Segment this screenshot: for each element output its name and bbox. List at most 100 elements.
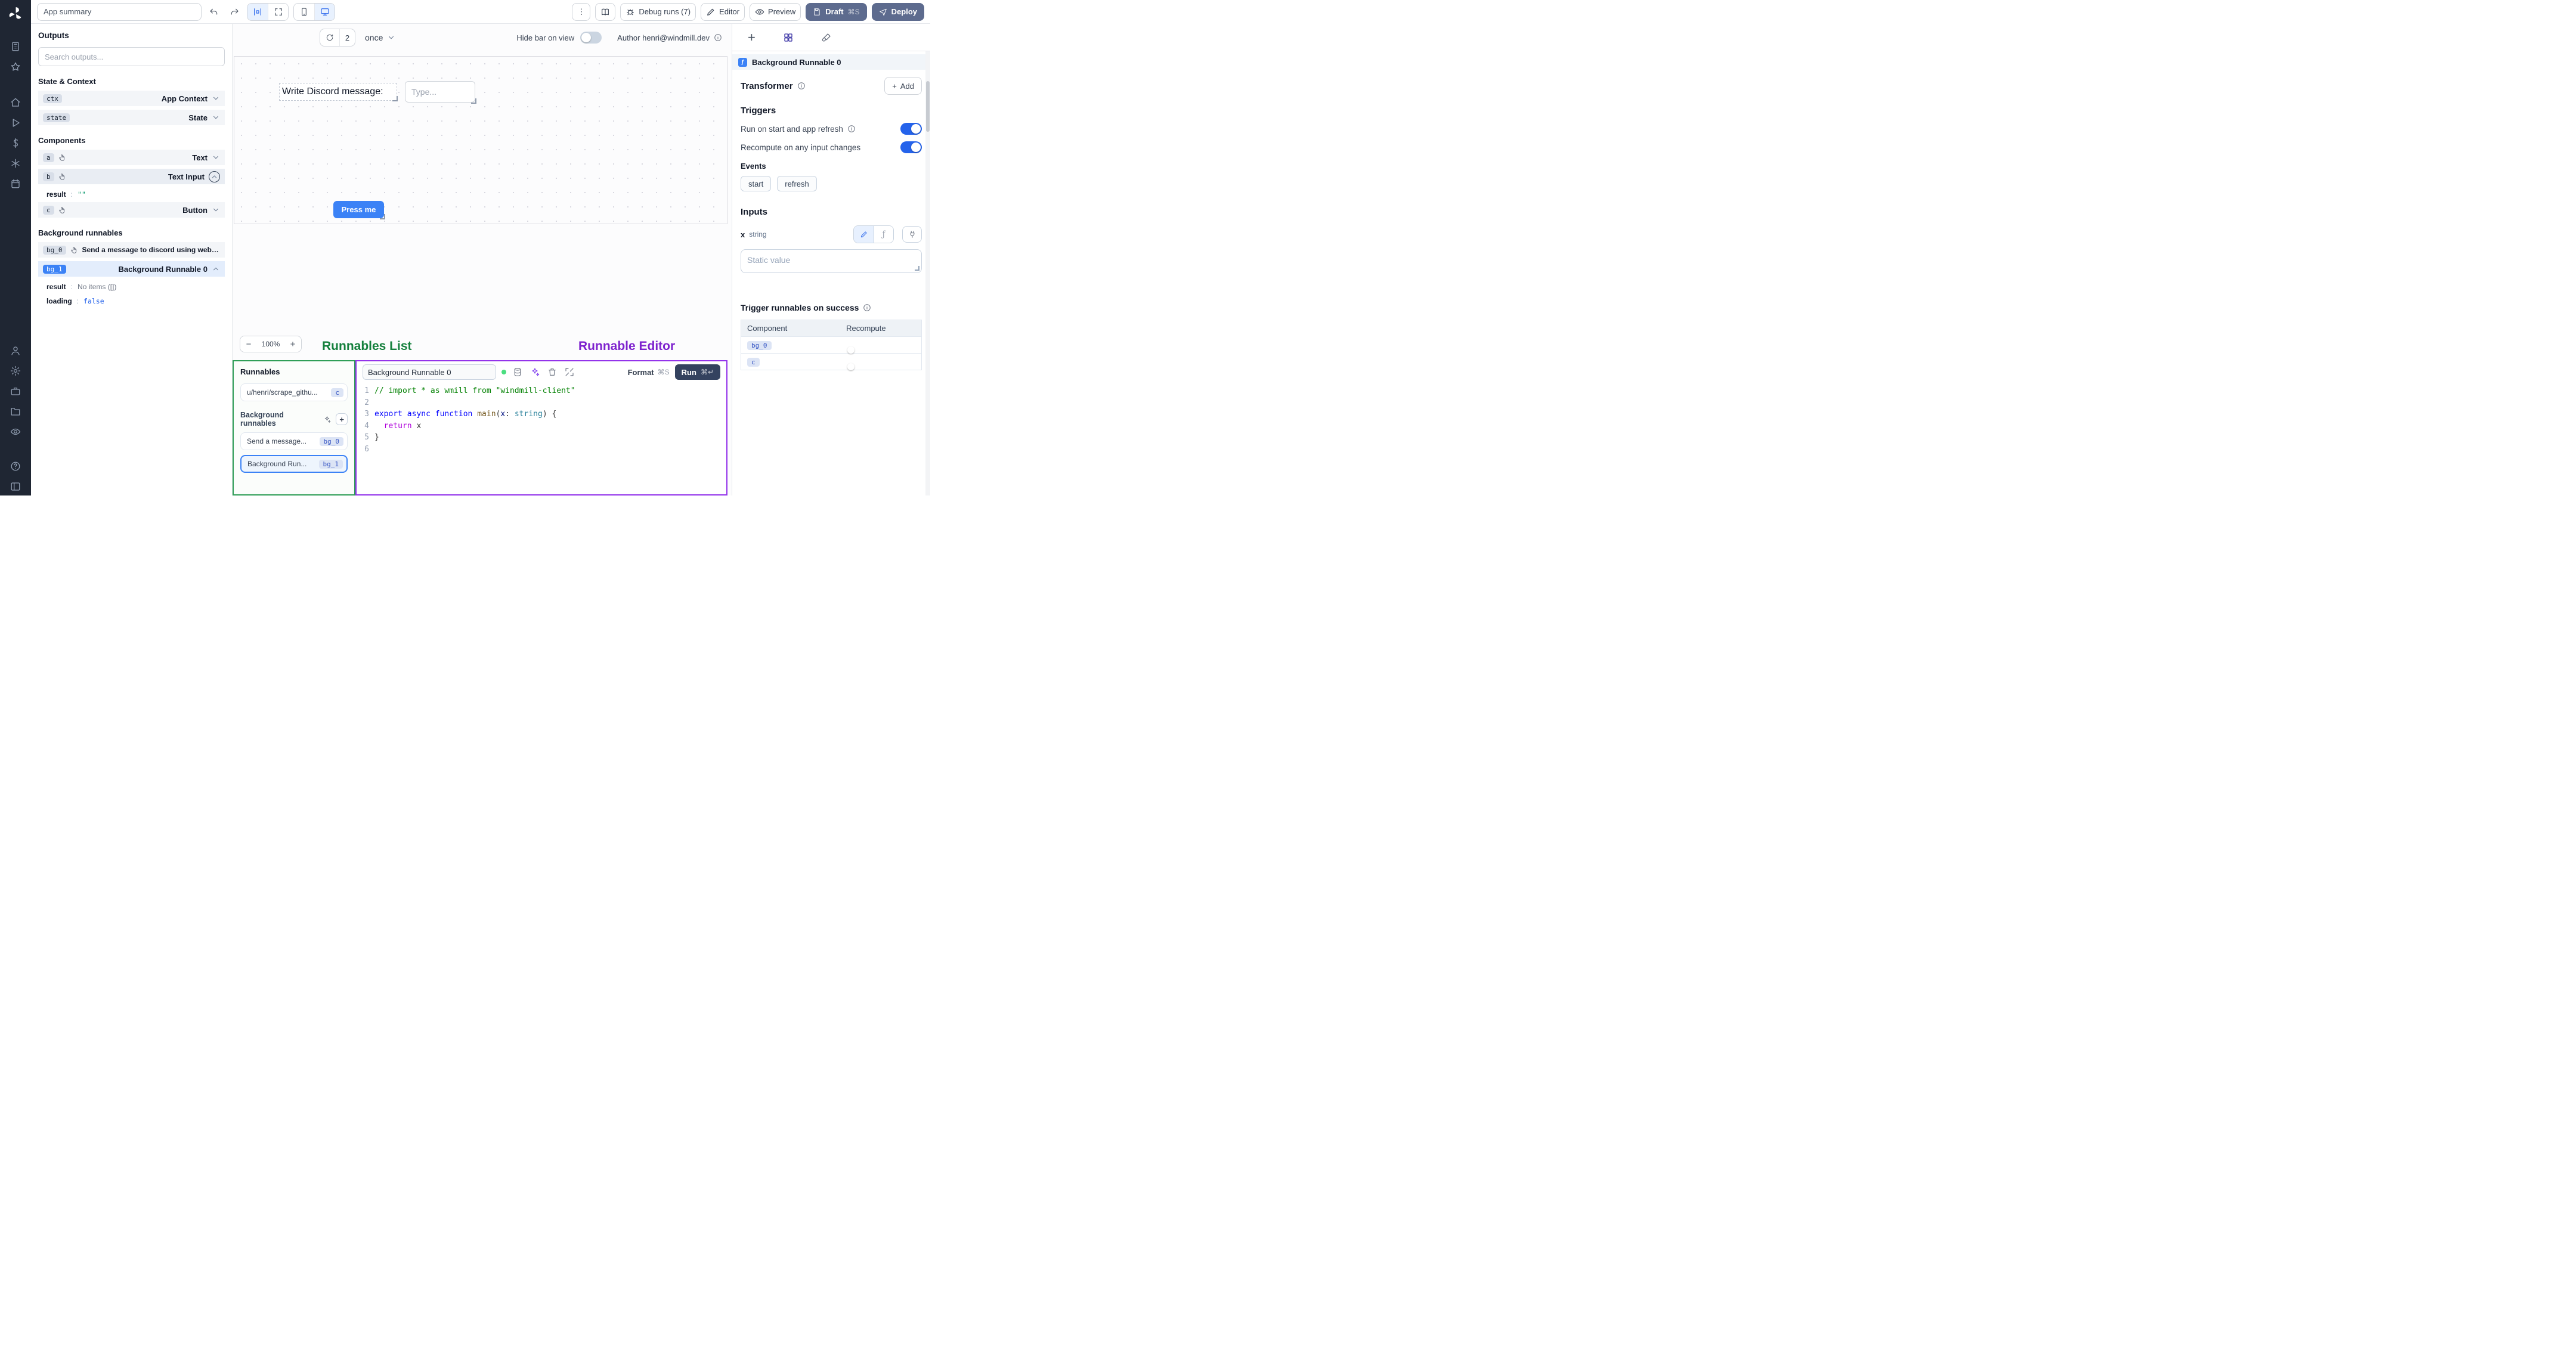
- events-header: Events: [741, 162, 766, 171]
- mobile-view-button[interactable]: [294, 3, 314, 20]
- resize-handle[interactable]: [380, 214, 385, 219]
- delete-icon[interactable]: [546, 366, 558, 378]
- output-row-ctx[interactable]: ctx App Context: [38, 91, 225, 106]
- info-icon[interactable]: [847, 125, 856, 133]
- resize-handle[interactable]: [471, 98, 476, 104]
- output-row-c[interactable]: c Button: [38, 202, 225, 218]
- runnable-item-bg1[interactable]: Background Run... bg_1: [240, 455, 348, 473]
- resize-handle[interactable]: [392, 96, 398, 101]
- recompute-toggle[interactable]: [900, 141, 922, 153]
- editor-button[interactable]: Editor: [701, 2, 745, 21]
- desktop-view-button[interactable]: [314, 3, 335, 20]
- info-icon[interactable]: [797, 82, 806, 90]
- discord-message-input[interactable]: [405, 81, 475, 103]
- chevron-up-icon[interactable]: [210, 173, 218, 181]
- add-runnable-button[interactable]: +: [336, 413, 348, 425]
- chevron-down-icon[interactable]: [212, 206, 220, 214]
- scrollbar-thumb[interactable]: [926, 81, 930, 132]
- app-canvas[interactable]: Write Discord message: Press me: [233, 51, 732, 495]
- fullwidth-layout-button[interactable]: [268, 3, 288, 20]
- info-icon[interactable]: [863, 303, 871, 312]
- event-refresh-pill[interactable]: refresh: [777, 176, 817, 191]
- app-summary-input[interactable]: [37, 2, 202, 21]
- inputs-header: Inputs: [741, 207, 767, 217]
- chevron-down-icon[interactable]: [212, 94, 220, 103]
- rail-folders-icon[interactable]: [10, 406, 21, 417]
- runnable-item-bg0[interactable]: Send a message... bg_0: [240, 432, 348, 450]
- rail-user-icon[interactable]: [10, 345, 21, 356]
- chevron-up-icon[interactable]: [212, 265, 220, 273]
- scroll-into-view-icon[interactable]: [58, 173, 66, 181]
- text-component-value: Write Discord message:: [282, 86, 383, 97]
- tab-component-settings[interactable]: [783, 32, 794, 43]
- rail-schedules-icon[interactable]: [10, 178, 21, 189]
- rail-favorites-icon[interactable]: [10, 61, 21, 72]
- info-icon[interactable]: [714, 33, 722, 42]
- format-button[interactable]: Format ⌘S: [628, 368, 670, 377]
- preview-button[interactable]: Preview: [750, 2, 801, 21]
- rail-home-icon[interactable]: [10, 97, 21, 108]
- rail-settings-icon[interactable]: [10, 366, 21, 376]
- zoom-in-button[interactable]: +: [284, 336, 301, 352]
- rail-workers-icon[interactable]: [10, 386, 21, 397]
- undo-button[interactable]: [206, 4, 222, 20]
- static-value-input[interactable]: [741, 249, 922, 273]
- tab-insert[interactable]: +: [748, 30, 756, 44]
- button-component[interactable]: Press me: [333, 201, 385, 219]
- center-layout-button[interactable]: [247, 3, 268, 20]
- rail-variables-icon[interactable]: [10, 138, 21, 148]
- outputs-search-input[interactable]: [38, 47, 225, 66]
- output-row-state[interactable]: state State: [38, 110, 225, 125]
- rail-audit-icon[interactable]: [10, 426, 21, 437]
- output-row-bg0[interactable]: bg_0 Send a message to discord using web…: [38, 242, 225, 258]
- redo-button[interactable]: [227, 4, 242, 20]
- rail-collapse-icon[interactable]: [10, 481, 21, 492]
- expression-mode-button[interactable]: ƒ: [874, 226, 893, 243]
- scroll-into-view-icon[interactable]: [58, 206, 66, 214]
- text-component[interactable]: Write Discord message:: [279, 83, 398, 101]
- hide-bar-toggle[interactable]: [580, 32, 602, 44]
- runnable-name-input[interactable]: [363, 364, 496, 380]
- app-grid[interactable]: Write Discord message: Press me: [234, 56, 727, 224]
- code-lines[interactable]: // import * as wmill from "windmill-clie…: [374, 385, 726, 494]
- output-row-b[interactable]: b Text Input: [38, 169, 225, 184]
- rail-resources-icon[interactable]: [10, 158, 21, 169]
- chevron-down-icon[interactable]: [212, 113, 220, 122]
- cache-icon[interactable]: [512, 366, 524, 378]
- output-row-a[interactable]: a Text: [38, 150, 225, 165]
- scroll-into-view-icon[interactable]: [70, 246, 78, 254]
- output-row-bg1[interactable]: bg_1 Background Runnable 0: [38, 261, 225, 277]
- press-me-button[interactable]: Press me: [333, 201, 384, 218]
- rail-help-icon[interactable]: [10, 461, 21, 472]
- text-input-component[interactable]: [405, 81, 476, 104]
- runnable-item-script[interactable]: u/henri/scrape_githu... c: [240, 383, 348, 401]
- chevron-down-icon[interactable]: [212, 153, 220, 162]
- debug-runs-button[interactable]: Debug runs (7): [620, 2, 696, 21]
- ai-wand-icon[interactable]: [323, 416, 331, 423]
- deploy-button[interactable]: Deploy: [871, 2, 924, 21]
- collapse-ring-annotation: [209, 171, 220, 182]
- run-on-start-toggle[interactable]: [900, 123, 922, 135]
- ai-assistant-icon[interactable]: [529, 366, 541, 378]
- run-button[interactable]: Run ⌘↵: [674, 364, 720, 380]
- zoom-out-button[interactable]: −: [240, 336, 257, 352]
- code-editor[interactable]: 123456 // import * as wmill from "windmi…: [357, 383, 726, 494]
- scroll-into-view-icon[interactable]: [58, 154, 66, 162]
- rail-apps-icon[interactable]: [10, 41, 21, 52]
- tab-styling[interactable]: [821, 32, 832, 43]
- static-mode-button[interactable]: [854, 226, 874, 243]
- runnable-item-label: Send a message...: [247, 437, 307, 445]
- draft-button[interactable]: Draft ⌘S: [806, 2, 867, 21]
- docs-button[interactable]: [595, 2, 616, 21]
- rail-runs-icon[interactable]: [10, 117, 21, 128]
- add-transformer-button[interactable]: + Add: [884, 77, 922, 95]
- expand-editor-icon[interactable]: [564, 366, 575, 378]
- frequency-select[interactable]: once: [365, 33, 395, 42]
- input-x-row: x string ƒ: [741, 225, 922, 243]
- connect-mode-button[interactable]: [902, 226, 922, 243]
- scrollbar-track[interactable]: [925, 51, 930, 495]
- windmill-logo[interactable]: [8, 6, 23, 23]
- event-start-pill[interactable]: start: [741, 176, 772, 191]
- more-menu-button[interactable]: ⋮: [572, 2, 591, 21]
- refresh-button[interactable]: [320, 29, 339, 46]
